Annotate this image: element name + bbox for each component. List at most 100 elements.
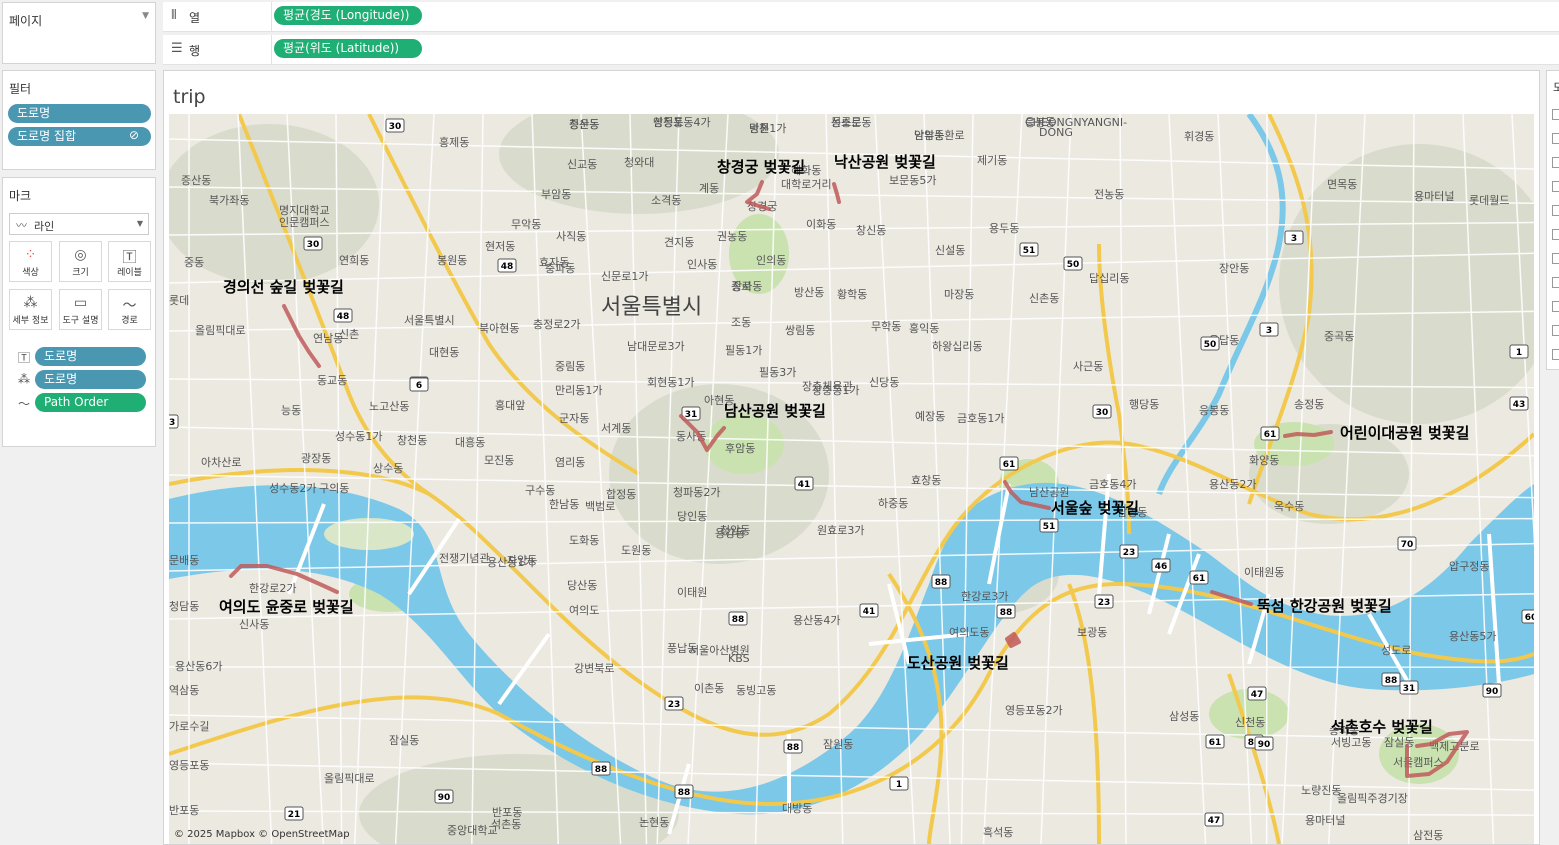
place-label: 중앙대학교	[447, 824, 498, 837]
route-dosan[interactable]	[1005, 632, 1021, 648]
columns-pill[interactable]: 평균(경도 (Longitude))	[274, 6, 422, 25]
place-label: 충파동	[545, 262, 575, 275]
road-shield-number: 48	[501, 262, 514, 272]
place-label: 용두동	[989, 222, 1019, 235]
path-icon: 〜	[122, 298, 137, 314]
road-shield-number: 88	[678, 788, 691, 798]
place-label: 대학로거리	[781, 178, 832, 191]
legend-checkbox[interactable]	[1552, 301, 1559, 312]
legend-checkbox[interactable]	[1552, 229, 1559, 240]
set-icon: ⊘	[129, 128, 140, 142]
place-label: 구수동	[525, 484, 555, 497]
route-label: 뚝섬 한강공원 벚꽃길	[1257, 597, 1392, 615]
place-label: 여의도	[569, 604, 599, 617]
road-shield-number: 31	[1403, 684, 1416, 694]
place-label: 광장동	[301, 452, 331, 465]
filter-pill-road-name[interactable]: 도로명	[8, 104, 151, 123]
rows-shelf[interactable]: ☰ 행 평균(위도 (Latitude))	[163, 35, 1559, 65]
route-label: 도산공원 벚꽃길	[907, 654, 1009, 672]
route-label: 석촌호수 벚꽃길	[1331, 718, 1433, 736]
place-label: 필동1가	[725, 344, 762, 357]
color-dots-icon: ⁘	[24, 247, 37, 263]
place-label: 장충체육관	[802, 380, 853, 393]
road-shield-number: 41	[863, 607, 876, 617]
place-label: 장안동	[1219, 262, 1249, 275]
place-label: 용산동4가	[793, 614, 840, 627]
legend-checkbox[interactable]	[1552, 205, 1559, 216]
place-label: 면목동	[1327, 178, 1357, 191]
legend-checkbox[interactable]	[1552, 157, 1559, 168]
mark-type-dropdown[interactable]: 〰 라인 ▼	[9, 213, 149, 235]
encoding-path-pill[interactable]: Path Order	[35, 393, 146, 412]
place-label: 현저동	[485, 240, 515, 253]
columns-icon: ⦀	[171, 8, 177, 23]
place-label: 백범로	[585, 500, 615, 513]
pages-title: 페이지	[9, 14, 43, 28]
place-label: 당산동	[567, 579, 597, 592]
legend-checkbox[interactable]	[1552, 253, 1559, 264]
place-label: 부암동	[541, 188, 571, 201]
place-label: 효창동	[911, 474, 941, 487]
encoding-detail-pill[interactable]: 도로명	[35, 370, 146, 389]
place-label: 신설동	[935, 244, 965, 257]
detail-button[interactable]: ⁂ 세부 정보	[9, 289, 52, 330]
text-icon: 🅃	[122, 250, 137, 266]
road-shield-number: 88	[1385, 676, 1398, 686]
road-shield-number: 1	[896, 780, 902, 790]
place-label: 올림픽주경기장	[1337, 792, 1408, 805]
road-shield-number: 47	[1251, 690, 1264, 700]
place-label: 남산공원	[1029, 486, 1069, 499]
place-label: 이태원	[677, 586, 707, 599]
place-label: 송정동	[1294, 398, 1324, 411]
place-label: 탄천	[749, 121, 769, 135]
legend-checkbox[interactable]	[1552, 109, 1559, 120]
place-label: 홍제동	[439, 135, 469, 149]
place-label: 무학동	[871, 320, 901, 333]
place-label: 대흥동	[455, 435, 485, 449]
color-button-label: 색상	[22, 268, 39, 278]
place-label: 남부순환로	[914, 129, 965, 142]
place-label: 용마터널	[1305, 814, 1345, 827]
place-label: 증산동	[569, 118, 599, 131]
place-label: 용산동5가	[1449, 630, 1496, 643]
legend-title: 도	[1553, 81, 1559, 94]
legend-checkbox[interactable]	[1552, 325, 1559, 336]
place-label: 장사동	[732, 280, 762, 293]
place-label: 인사동	[687, 258, 717, 271]
place-label: 동빙고동	[736, 684, 776, 697]
place-label: 금호동1가	[957, 412, 1004, 425]
encoding-label-pill[interactable]: 도로명	[35, 347, 146, 366]
tooltip-button[interactable]: ▭ 도구 설명	[59, 289, 102, 330]
map[interactable]: 청운동 삼청동 명륜1가 동소문동안암동CHEONGNYANGNI-DONG 휘경동홍제…	[169, 114, 1534, 844]
place-label: 도화동	[569, 534, 599, 547]
road-shield-number: 88	[595, 765, 608, 775]
legend-checkbox[interactable]	[1552, 181, 1559, 192]
map-attribution[interactable]: © 2025 Mapbox © OpenStreetMap	[174, 829, 350, 840]
place-label: 가로수길	[169, 720, 209, 733]
place-label: 방산동	[794, 286, 824, 299]
size-button[interactable]: ◎ 크기	[59, 241, 102, 282]
place-label: 만리동1가	[555, 384, 602, 397]
chevron-down-icon[interactable]: ▼	[142, 11, 149, 21]
place-label: 인의동	[756, 254, 786, 267]
filters-panel: 필터 도로명 도로명 집합 ⊘	[2, 70, 156, 170]
legend-checkbox[interactable]	[1552, 277, 1559, 288]
place-label: 신교동	[567, 158, 597, 171]
shelf-divider	[271, 2, 272, 31]
place-label: 구의동	[319, 482, 349, 495]
legend-checkbox[interactable]	[1552, 133, 1559, 144]
place-label: 휘경동	[1184, 130, 1214, 143]
pages-panel: 페이지 ▼	[2, 2, 156, 64]
place-label: 도원동	[621, 544, 651, 557]
place-label: 영등포동4가	[653, 116, 711, 129]
rows-pill[interactable]: 평균(위도 (Latitude))	[274, 39, 422, 58]
label-button[interactable]: 🅃 레이블	[108, 241, 151, 282]
color-button[interactable]: ⁘ 색상	[9, 241, 52, 282]
columns-shelf[interactable]: ⦀ 열 평균(경도 (Longitude))	[163, 2, 1559, 32]
legend-checkbox[interactable]	[1552, 349, 1559, 360]
place-label: 신당동	[869, 376, 899, 389]
city-label: 서울특별시	[601, 295, 702, 320]
rows-icon: ☰	[171, 41, 183, 56]
road-shield-number: 23	[668, 700, 681, 710]
path-button[interactable]: 〜 경로	[108, 289, 151, 330]
